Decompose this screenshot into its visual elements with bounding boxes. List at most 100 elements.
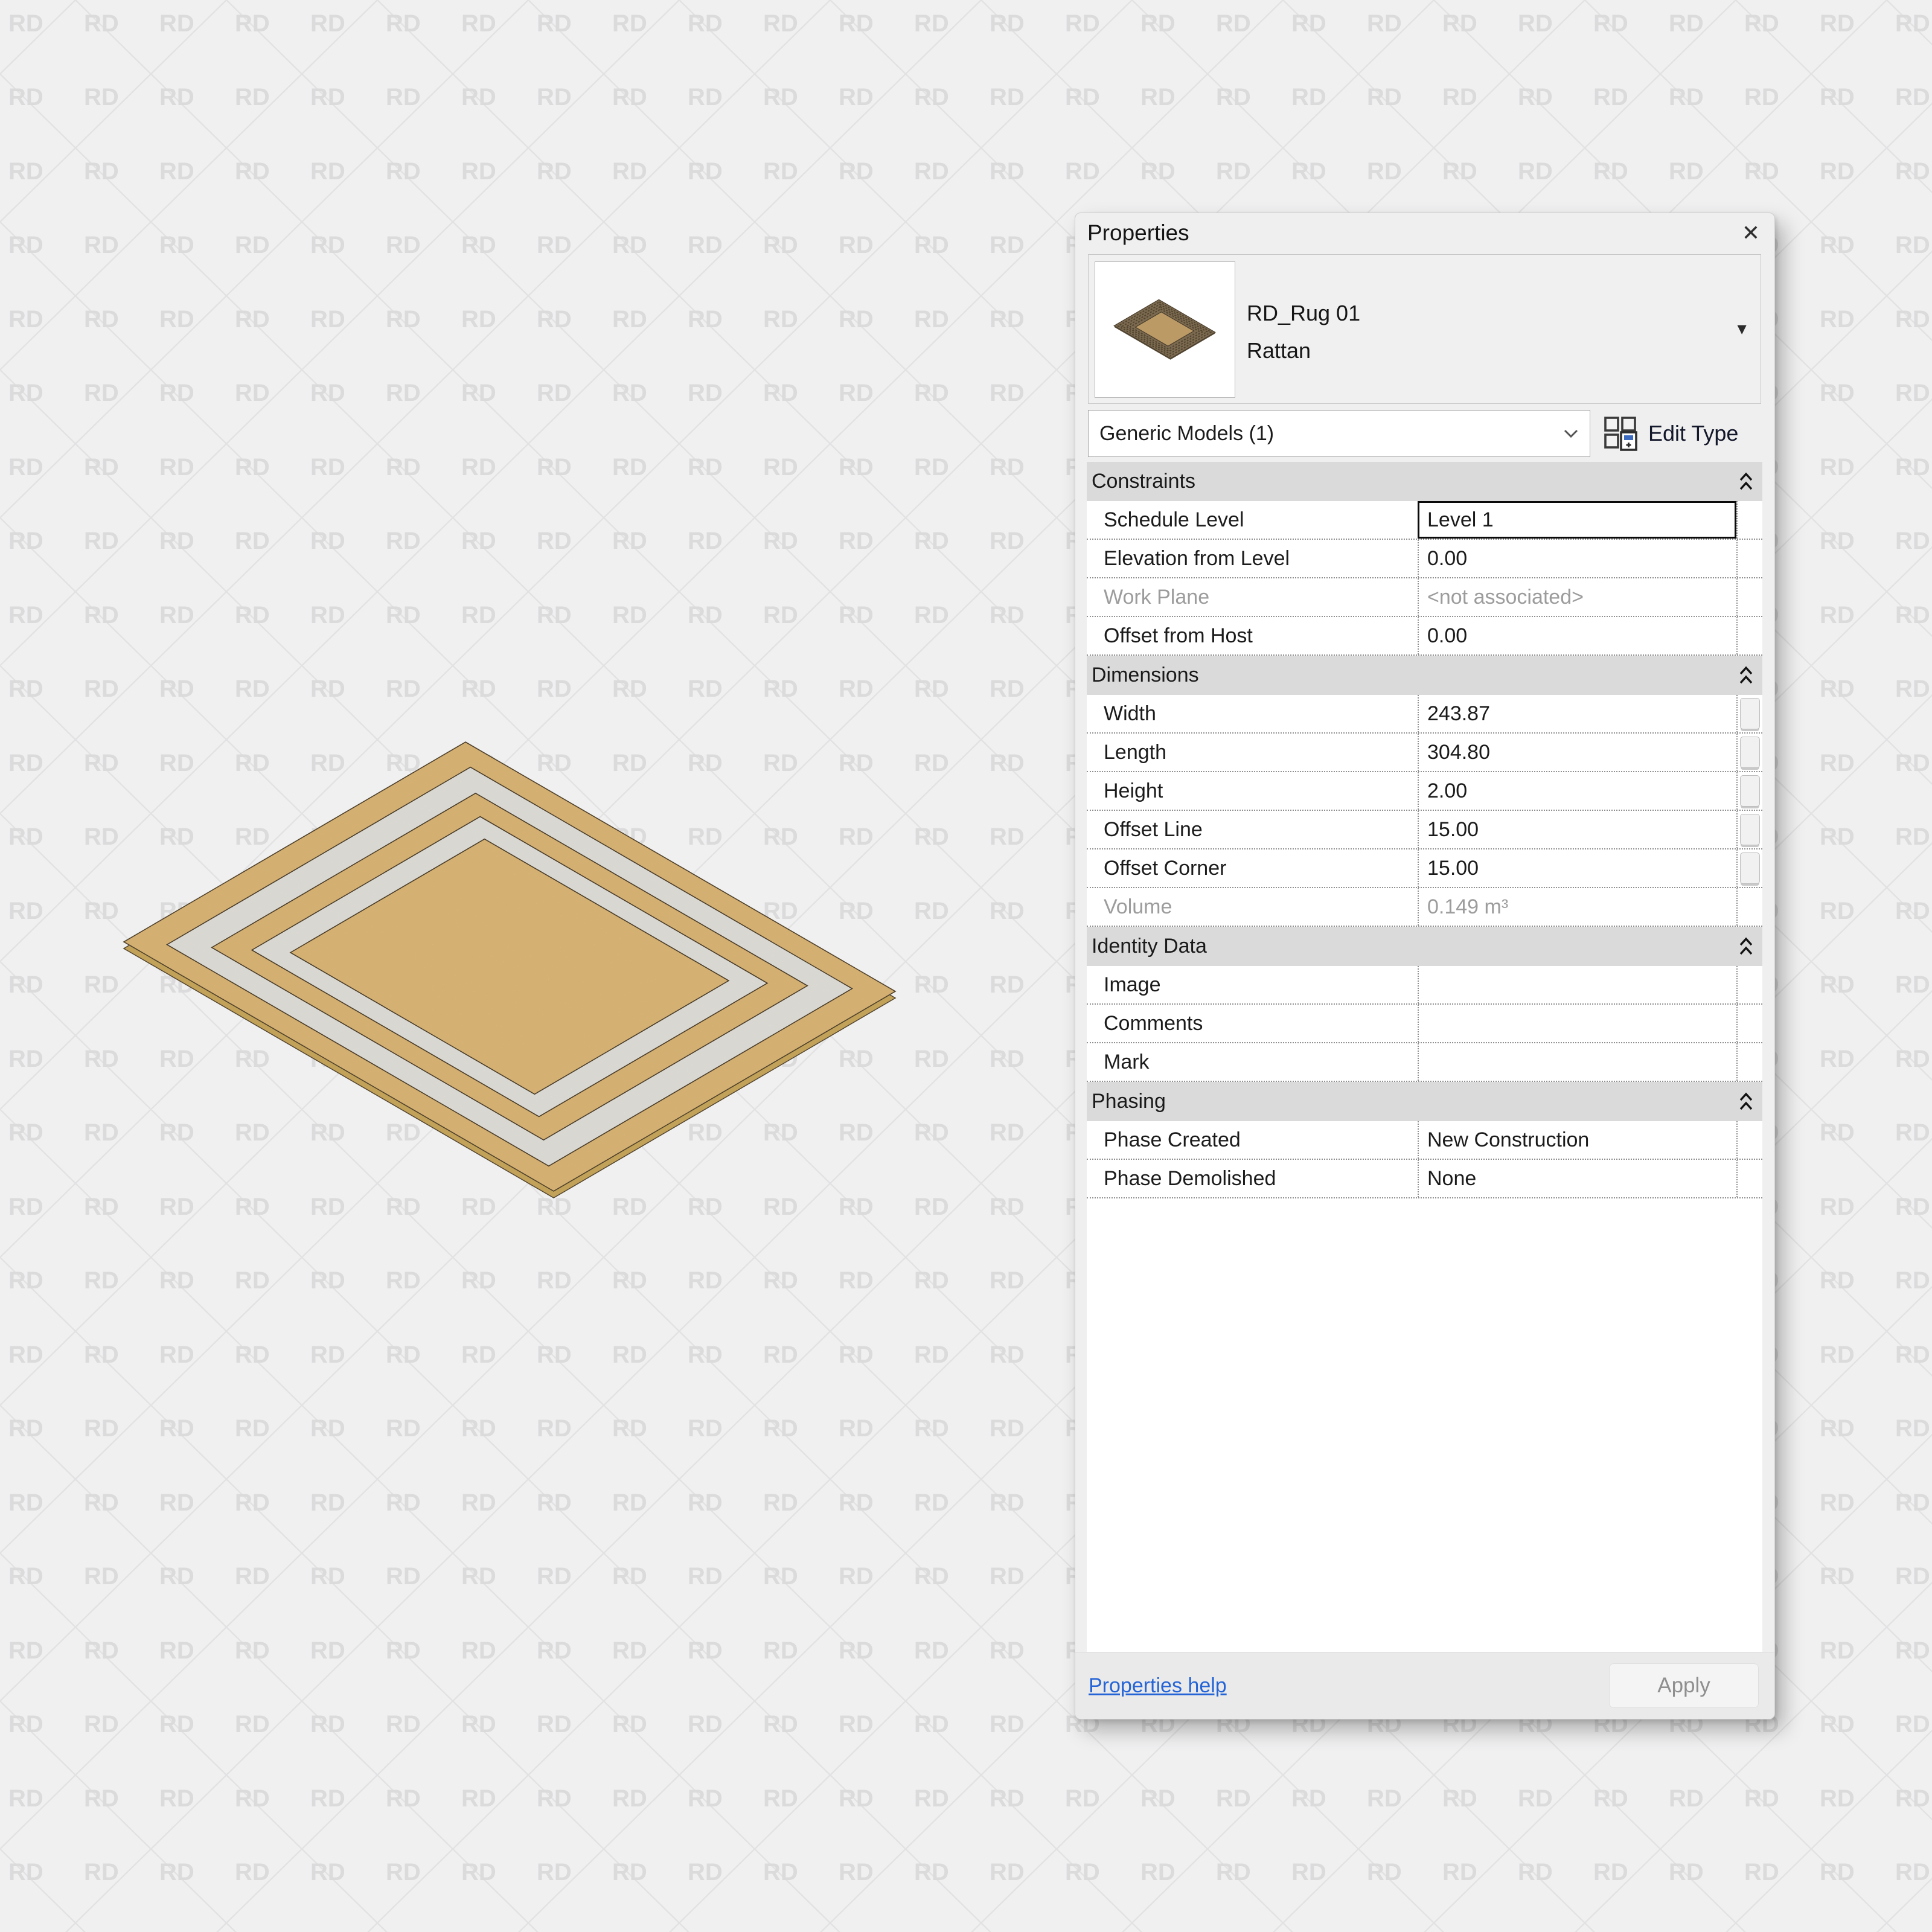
type-selector-value: Generic Models (1): [1099, 421, 1275, 445]
associate-parameter-button[interactable]: [1740, 814, 1760, 845]
property-row-width: Width 243.87: [1087, 695, 1762, 734]
property-label: Offset from Host: [1104, 624, 1253, 647]
associate-param-column: [1736, 966, 1762, 1003]
chevron-down-icon: [1564, 429, 1578, 438]
property-value[interactable]: Level 1: [1418, 501, 1736, 539]
panel-title: Properties: [1087, 220, 1189, 245]
property-label: Comments: [1104, 1011, 1203, 1035]
associate-parameter-button[interactable]: [1740, 698, 1760, 729]
property-value-text: 304.80: [1427, 740, 1490, 764]
property-value[interactable]: 0.00: [1418, 540, 1736, 577]
property-value[interactable]: 2.00: [1418, 772, 1736, 810]
properties-help-link[interactable]: Properties help: [1089, 1674, 1227, 1698]
property-value: <not associated>: [1418, 578, 1736, 616]
property-row-offset-from-host: Offset from Host 0.00: [1087, 617, 1762, 656]
property-value-text: New Construction: [1427, 1128, 1590, 1151]
property-row-height: Height 2.00: [1087, 772, 1762, 811]
property-label: Work Plane: [1104, 585, 1210, 609]
associate-param-column: [1736, 1043, 1762, 1081]
property-value-text: 0.00: [1427, 624, 1468, 647]
associate-param-column: [1736, 772, 1762, 810]
property-value[interactable]: [1418, 966, 1736, 1003]
associate-param-column: [1736, 1005, 1762, 1042]
property-label: Schedule Level: [1104, 508, 1244, 531]
property-value[interactable]: [1418, 1005, 1736, 1042]
property-value[interactable]: 243.87: [1418, 695, 1736, 732]
property-label: Phase Demolished: [1104, 1166, 1276, 1190]
property-value-text: 15.00: [1427, 856, 1479, 880]
associate-param-column: [1736, 617, 1762, 654]
collapse-section-icon[interactable]: [1738, 936, 1754, 957]
property-value-text: 0.149 m³: [1427, 895, 1509, 918]
associate-param-column: [1736, 1121, 1762, 1159]
property-row-mark: Mark: [1087, 1043, 1762, 1082]
type-preview-box: RD_Rug 01 Rattan ▼: [1088, 254, 1761, 404]
property-label: Height: [1104, 779, 1163, 802]
family-type-names: RD_Rug 01 Rattan: [1247, 295, 1360, 369]
section-header-constraints[interactable]: Constraints: [1087, 462, 1762, 501]
associate-param-column: [1736, 578, 1762, 616]
panel-title-bar: Properties ✕: [1075, 213, 1774, 253]
property-value-text: None: [1427, 1166, 1477, 1190]
property-row-image: Image: [1087, 966, 1762, 1005]
property-label: Image: [1104, 973, 1161, 996]
associate-parameter-button[interactable]: [1740, 737, 1760, 768]
section-title: Dimensions: [1092, 664, 1199, 686]
property-value[interactable]: 0.00: [1418, 617, 1736, 654]
property-row-work-plane: Work Plane <not associated>: [1087, 578, 1762, 617]
property-value-text: Level 1: [1427, 508, 1494, 531]
property-value-text: 15.00: [1427, 817, 1479, 841]
edit-type-icon: [1604, 417, 1637, 451]
property-row-offset-line: Offset Line 15.00: [1087, 811, 1762, 849]
property-value[interactable]: 304.80: [1418, 734, 1736, 771]
type-selector-row: Generic Models (1) Edit Type: [1088, 410, 1762, 457]
property-row-phase-created: Phase Created New Construction: [1087, 1121, 1762, 1160]
edit-type-label: Edit Type: [1648, 421, 1739, 446]
type-thumbnail: [1095, 261, 1235, 398]
property-value[interactable]: New Construction: [1418, 1121, 1736, 1159]
property-value[interactable]: None: [1418, 1160, 1736, 1197]
property-row-length: Length 304.80: [1087, 734, 1762, 772]
associate-param-column: [1736, 811, 1762, 848]
close-icon[interactable]: ✕: [1742, 222, 1760, 244]
associate-parameter-button[interactable]: [1740, 852, 1760, 884]
associate-param-column: [1736, 888, 1762, 926]
property-label: Offset Corner: [1104, 856, 1227, 880]
property-label: Volume: [1104, 895, 1172, 918]
apply-button[interactable]: Apply: [1609, 1663, 1759, 1708]
section-header-dimensions[interactable]: Dimensions: [1087, 656, 1762, 695]
section-header-identity-data[interactable]: Identity Data: [1087, 927, 1762, 966]
section-title: Constraints: [1092, 470, 1195, 493]
property-row-elevation-from-level: Elevation from Level 0.00: [1087, 540, 1762, 578]
collapse-section-icon[interactable]: [1738, 472, 1754, 492]
property-value-text: <not associated>: [1427, 585, 1584, 609]
section-title: Identity Data: [1092, 935, 1207, 958]
associate-param-column: [1736, 1160, 1762, 1197]
property-row-schedule-level: Schedule Level Level 1: [1087, 501, 1762, 540]
property-row-volume: Volume 0.149 m³: [1087, 888, 1762, 927]
property-value[interactable]: [1418, 1043, 1736, 1081]
property-label: Elevation from Level: [1104, 546, 1290, 570]
family-name: RD_Rug 01: [1247, 301, 1361, 325]
rug-3d-model: [123, 741, 897, 1198]
property-value[interactable]: 15.00: [1418, 811, 1736, 848]
property-label: Phase Created: [1104, 1128, 1241, 1151]
property-row-comments: Comments: [1087, 1005, 1762, 1043]
associate-param-column: [1736, 734, 1762, 771]
property-grid: Constraints Schedule Level Level 1 Elevatio…: [1087, 462, 1762, 1652]
type-selector-dropdown[interactable]: Generic Models (1): [1088, 410, 1590, 457]
section-header-phasing[interactable]: Phasing: [1087, 1082, 1762, 1121]
collapse-section-icon[interactable]: [1738, 1092, 1754, 1112]
selector-dropdown-icon[interactable]: ▼: [1734, 320, 1750, 339]
property-value[interactable]: 15.00: [1418, 849, 1736, 887]
collapse-section-icon[interactable]: [1738, 665, 1754, 686]
properties-panel: Properties ✕ RD_Rug 01 Rattan ▼ Generic …: [1075, 213, 1775, 1719]
associate-parameter-button[interactable]: [1740, 775, 1760, 807]
associate-param-column: [1736, 849, 1762, 887]
rug-thumbnail-image: [1113, 299, 1216, 360]
property-value-text: 2.00: [1427, 779, 1468, 802]
property-row-phase-demolished: Phase Demolished None: [1087, 1160, 1762, 1198]
edit-type-button[interactable]: Edit Type: [1604, 416, 1738, 451]
property-value-text: 0.00: [1427, 546, 1468, 570]
property-row-offset-corner: Offset Corner 15.00: [1087, 849, 1762, 888]
